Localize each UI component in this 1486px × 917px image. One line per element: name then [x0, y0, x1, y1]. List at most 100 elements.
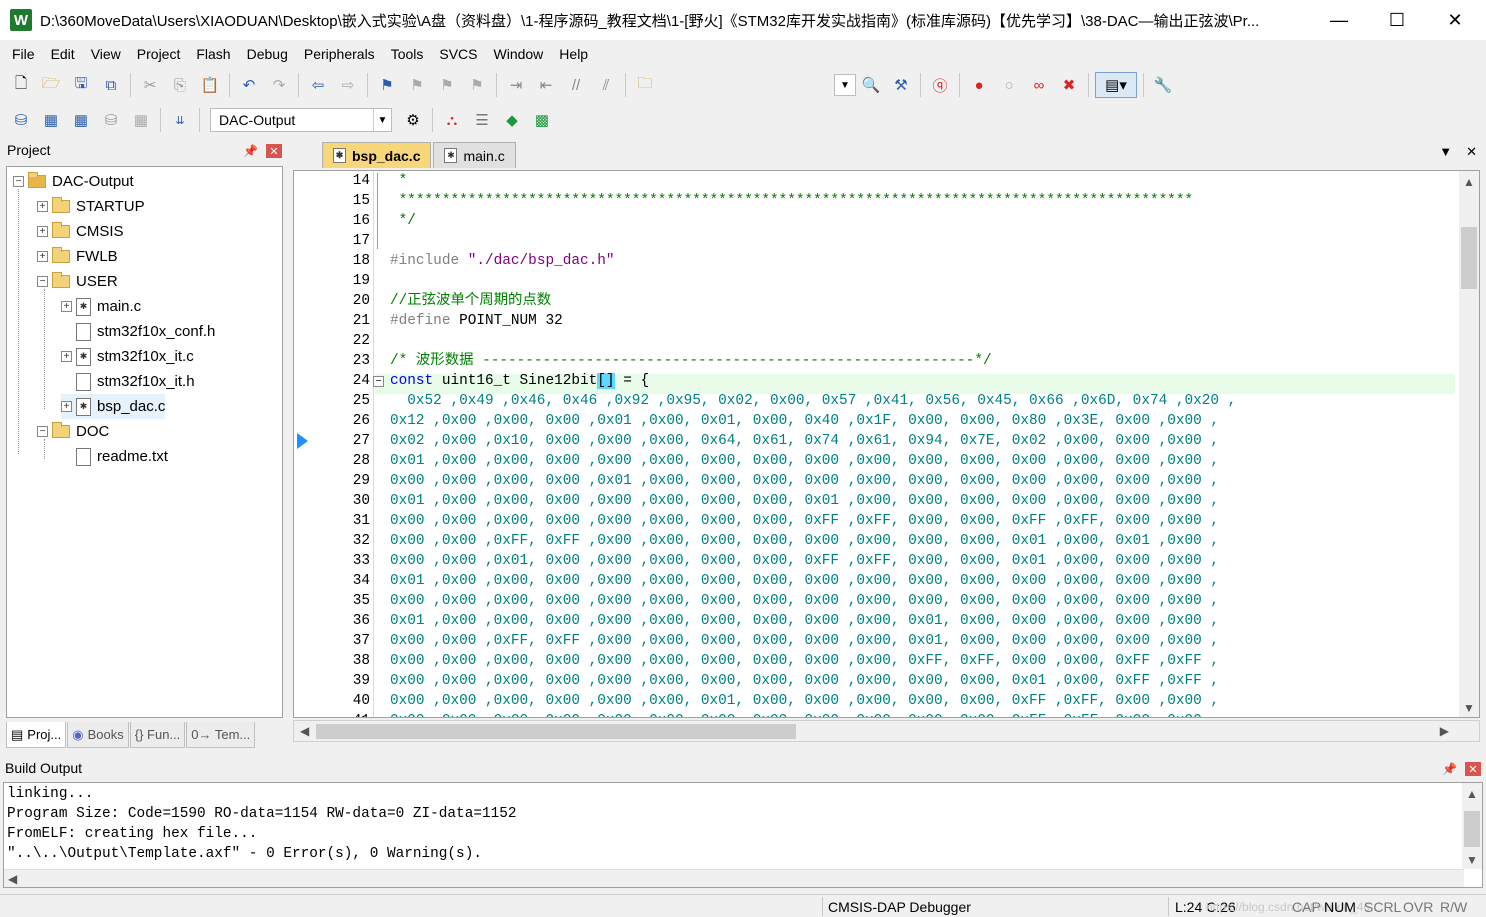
maximize-button[interactable]: ☐: [1368, 0, 1426, 40]
close-editor-icon[interactable]: ✕: [1466, 144, 1477, 160]
copy-icon[interactable]: ⎘: [167, 72, 193, 98]
build-vertical-scrollbar[interactable]: ▲ ▼: [1462, 783, 1482, 869]
build-icon[interactable]: ▦: [38, 107, 64, 133]
save-icon[interactable]: 🖫: [68, 72, 94, 98]
menu-help[interactable]: Help: [551, 43, 596, 65]
target-select[interactable]: DAC-Output ▼: [210, 108, 392, 132]
find-combo-dropdown[interactable]: ▼: [834, 74, 856, 96]
scroll-up-icon[interactable]: ▲: [1466, 787, 1478, 801]
minimize-button[interactable]: —: [1310, 0, 1368, 40]
tree-item-readme[interactable]: readme.txt: [76, 444, 168, 469]
pin-icon[interactable]: 📌: [243, 144, 258, 158]
tree-item-cmsis[interactable]: + CMSIS: [37, 219, 124, 244]
breakpoint-icon[interactable]: ●: [966, 72, 992, 98]
tree-item-root[interactable]: − DAC-Output: [13, 169, 134, 194]
pin-icon[interactable]: 📌: [1442, 762, 1457, 776]
save-all-icon[interactable]: ⧉: [98, 72, 124, 98]
scroll-left-icon[interactable]: ◀: [300, 724, 309, 738]
new-file-icon[interactable]: 🗋: [8, 72, 34, 98]
menu-project[interactable]: Project: [129, 43, 189, 65]
code-editor[interactable]: 14 15 16 17 18 19 20 21 22 23 24 25 26 27 28 29 30 31 32 33…: [293, 170, 1480, 718]
bookmark-icon[interactable]: ⚑: [374, 72, 400, 98]
horizontal-scrollbar[interactable]: ◀ ▶: [293, 720, 1480, 742]
paste-icon[interactable]: 📋: [197, 72, 223, 98]
scroll-down-icon[interactable]: ▼: [1466, 853, 1478, 867]
cut-icon[interactable]: ✂: [137, 72, 163, 98]
scroll-down-icon[interactable]: ▼: [1463, 701, 1475, 715]
tree-item-user[interactable]: − USER: [37, 269, 118, 294]
menu-window[interactable]: Window: [486, 43, 552, 65]
build-output-text[interactable]: linking... Program Size: Code=1590 RO-da…: [3, 782, 1483, 888]
navigate-forward-icon[interactable]: ⇨: [335, 72, 361, 98]
configure-icon[interactable]: 🔧: [1150, 72, 1176, 98]
vertical-scrollbar[interactable]: ▲ ▼: [1459, 171, 1479, 717]
menu-debug[interactable]: Debug: [239, 43, 296, 65]
scroll-right-icon[interactable]: ▶: [1440, 724, 1449, 738]
uncomment-icon[interactable]: ⫽: [593, 72, 619, 98]
unindent-icon[interactable]: ⇤: [533, 72, 559, 98]
build-scroll-thumb[interactable]: [1464, 811, 1480, 847]
menu-svcs[interactable]: SVCS: [431, 43, 485, 65]
tab-templates[interactable]: 0→ Tem...: [186, 722, 256, 748]
collapse-icon[interactable]: −: [37, 276, 48, 287]
expand-icon[interactable]: +: [37, 251, 48, 262]
tree-item-bsp-dac-c[interactable]: + ✱ bsp_dac.c: [61, 394, 166, 419]
horizontal-scroll-thumb[interactable]: [316, 724, 796, 739]
menu-view[interactable]: View: [83, 43, 129, 65]
tab-functions[interactable]: {} Fun...: [129, 722, 186, 748]
find-icon[interactable]: 🔍: [858, 72, 884, 98]
window-layout-icon[interactable]: ▤▾: [1095, 72, 1137, 98]
tree-item-main-c[interactable]: + ✱ main.c: [61, 294, 141, 319]
expand-icon[interactable]: +: [37, 201, 48, 212]
open-file-icon[interactable]: 🗁: [38, 72, 64, 98]
pack-installer-icon[interactable]: ◆: [499, 107, 525, 133]
find-in-files-icon[interactable]: 🗀: [632, 72, 658, 98]
build-horizontal-scrollbar[interactable]: ◀: [4, 869, 1464, 887]
tree-item-it-h[interactable]: stm32f10x_it.h: [76, 369, 195, 394]
tab-project[interactable]: ▤ Proj...: [6, 722, 67, 748]
tab-books[interactable]: ◉ Books: [67, 722, 129, 748]
fold-collapse-icon[interactable]: −: [373, 376, 384, 387]
tree-item-conf-h[interactable]: stm32f10x_conf.h: [76, 319, 215, 344]
collapse-icon[interactable]: −: [37, 426, 48, 437]
expand-icon[interactable]: +: [61, 401, 72, 412]
batch-build-icon[interactable]: ⛁: [98, 107, 124, 133]
undo-icon[interactable]: ↶: [236, 72, 262, 98]
tab-list-dropdown-icon[interactable]: ▼: [1439, 144, 1452, 160]
indent-icon[interactable]: ⇥: [503, 72, 529, 98]
rebuild-icon[interactable]: ▦: [68, 107, 94, 133]
tree-item-it-c[interactable]: + ✱ stm32f10x_it.c: [61, 344, 194, 369]
expand-icon[interactable]: +: [61, 351, 72, 362]
manage-components-icon[interactable]: ⛬: [439, 107, 465, 133]
comment-icon[interactable]: //: [563, 72, 589, 98]
disable-breakpoint-icon[interactable]: ○: [996, 72, 1022, 98]
vertical-scroll-thumb[interactable]: [1461, 227, 1477, 289]
collapse-icon[interactable]: −: [13, 176, 24, 187]
scroll-up-icon[interactable]: ▲: [1463, 175, 1475, 189]
close-icon[interactable]: ✕: [266, 144, 282, 159]
menu-flash[interactable]: Flash: [188, 43, 238, 65]
tree-item-fwlb[interactable]: + FWLB: [37, 244, 118, 269]
navigate-back-icon[interactable]: ⇦: [305, 72, 331, 98]
prev-bookmark-icon[interactable]: ⚑: [404, 72, 430, 98]
tree-item-startup[interactable]: + STARTUP: [37, 194, 145, 219]
tab-main-c[interactable]: ✱ main.c: [433, 142, 516, 168]
tab-bsp-dac-c[interactable]: ✱ bsp_dac.c: [322, 142, 432, 168]
kill-all-breakpoints-icon[interactable]: ✖: [1056, 72, 1082, 98]
target-options-icon[interactable]: ⚙: [400, 107, 426, 133]
menu-edit[interactable]: Edit: [43, 43, 83, 65]
download-icon[interactable]: ⇊: [167, 107, 193, 133]
disable-all-breakpoints-icon[interactable]: ∞: [1026, 72, 1052, 98]
redo-icon[interactable]: ↷: [266, 72, 292, 98]
run-time-environment-icon[interactable]: ▩: [529, 107, 555, 133]
menu-peripherals[interactable]: Peripherals: [296, 43, 383, 65]
start-debug-icon[interactable]: ⓠ: [927, 72, 953, 98]
menu-file[interactable]: File: [4, 43, 43, 65]
close-button[interactable]: ✕: [1426, 0, 1484, 40]
file-extensions-icon[interactable]: ☰: [469, 107, 495, 133]
close-icon[interactable]: ✕: [1465, 762, 1481, 777]
expand-icon[interactable]: +: [61, 301, 72, 312]
incremental-find-icon[interactable]: ⚒: [888, 72, 914, 98]
next-bookmark-icon[interactable]: ⚑: [434, 72, 460, 98]
translate-icon[interactable]: ⛁: [8, 107, 34, 133]
